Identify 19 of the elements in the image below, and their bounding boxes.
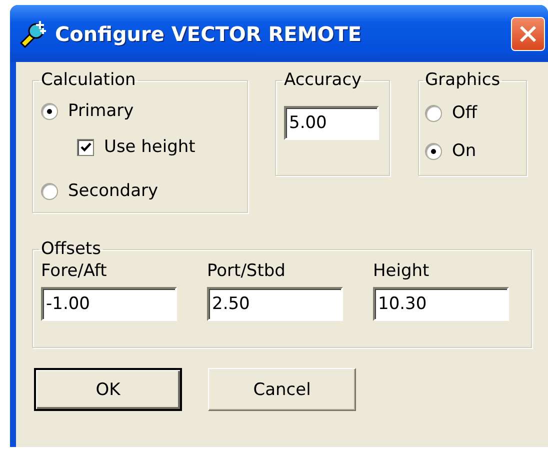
input-field[interactable]: 10.30 <box>373 287 509 321</box>
radio-label: Primary <box>68 101 134 121</box>
field-label: Height <box>373 261 430 281</box>
radio-label: Secondary <box>68 181 158 201</box>
input-field[interactable]: -1.00 <box>41 287 177 321</box>
group-label: Offsets <box>40 239 102 259</box>
ok-button[interactable]: OK <box>34 368 182 411</box>
window-title: Configure VECTOR REMOTE <box>55 22 362 46</box>
group-label: Graphics <box>424 70 502 90</box>
field-label: Port/Stbd <box>207 261 286 281</box>
radio-label: On <box>452 141 476 161</box>
checkbox-label: Use height <box>104 137 196 157</box>
group-label: Calculation <box>40 70 137 90</box>
group-label: Accuracy <box>283 70 363 90</box>
radio-label: Off <box>452 103 478 123</box>
input-field[interactable]: 5.00 <box>284 106 379 140</box>
input-field[interactable]: 2.50 <box>207 287 343 321</box>
cancel-button[interactable]: Cancel <box>208 368 356 411</box>
field-label: Fore/Aft <box>41 261 108 281</box>
